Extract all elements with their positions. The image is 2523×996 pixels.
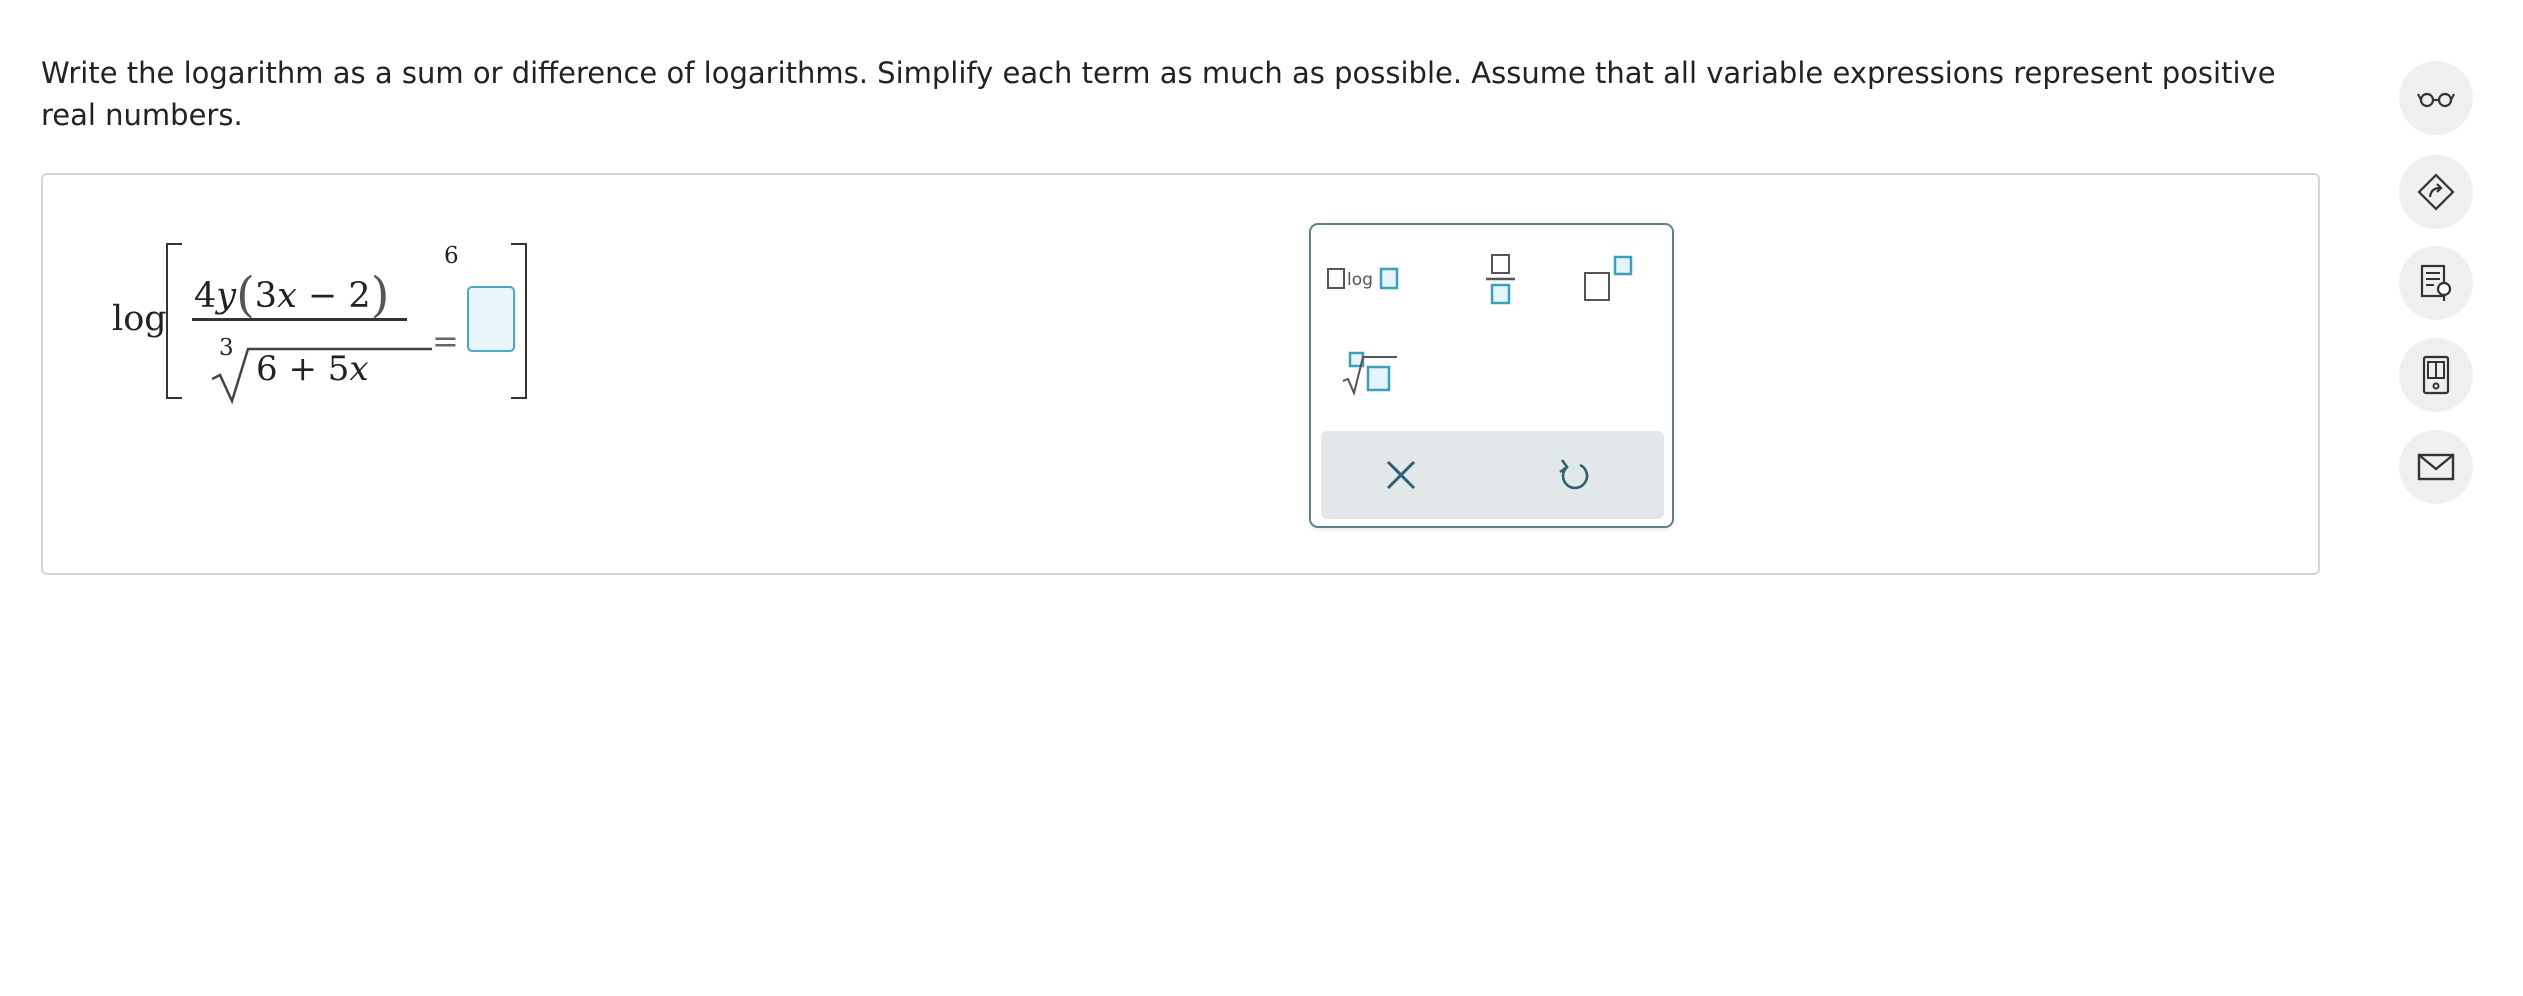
numerator: 4y(3x − 2) 6 <box>194 243 459 323</box>
glasses-button[interactable] <box>2399 61 2473 135</box>
mail-icon <box>2417 453 2455 481</box>
equals-sign: = <box>432 322 459 360</box>
undo-icon <box>1559 459 1589 490</box>
nth-root-button[interactable] <box>1339 349 1409 405</box>
exponent: 6 <box>444 243 459 269</box>
fraction-bar <box>192 318 407 321</box>
open-paren: ( <box>236 267 255 323</box>
calculator-button[interactable] <box>2399 338 2473 412</box>
denominator: 3 6 + 5x <box>212 335 432 405</box>
inner-rest: − 2 <box>296 276 371 316</box>
math-palette: log <box>1309 223 1674 528</box>
inner-var: x <box>277 276 297 316</box>
log-text: log <box>1347 270 1373 290</box>
close-paren: ) <box>370 267 390 323</box>
clear-button[interactable] <box>1351 445 1451 505</box>
tutor-icon <box>2417 173 2455 211</box>
superscript-button[interactable] <box>1581 249 1641 309</box>
fraction-button[interactable] <box>1471 249 1531 309</box>
log-base-button[interactable]: log <box>1325 261 1405 301</box>
numer-coef: 4 <box>194 276 217 316</box>
mail-button[interactable] <box>2399 430 2473 504</box>
answer-input[interactable] <box>467 286 515 352</box>
log-label: log <box>112 299 167 339</box>
close-icon <box>1386 460 1416 490</box>
superscript-icon <box>1584 255 1633 301</box>
radicand: 6 + 5x <box>256 349 369 389</box>
tutor-button[interactable] <box>2399 155 2473 229</box>
guide-icon <box>2420 264 2452 301</box>
palette-action-bar <box>1321 431 1664 519</box>
calculator-icon <box>2422 355 2450 395</box>
undo-button[interactable] <box>1524 445 1624 505</box>
numer-var: y <box>216 276 237 316</box>
inner-coef: 3 <box>254 276 278 316</box>
nth-root-icon <box>1342 351 1397 397</box>
guide-button[interactable] <box>2399 246 2473 320</box>
log-base-icon: log <box>1327 267 1399 290</box>
problem-instructions: Write the logarithm as a sum or differen… <box>41 56 2276 132</box>
glasses-icon <box>2417 92 2455 108</box>
left-bracket <box>166 243 182 399</box>
fraction-icon <box>1486 254 1515 305</box>
